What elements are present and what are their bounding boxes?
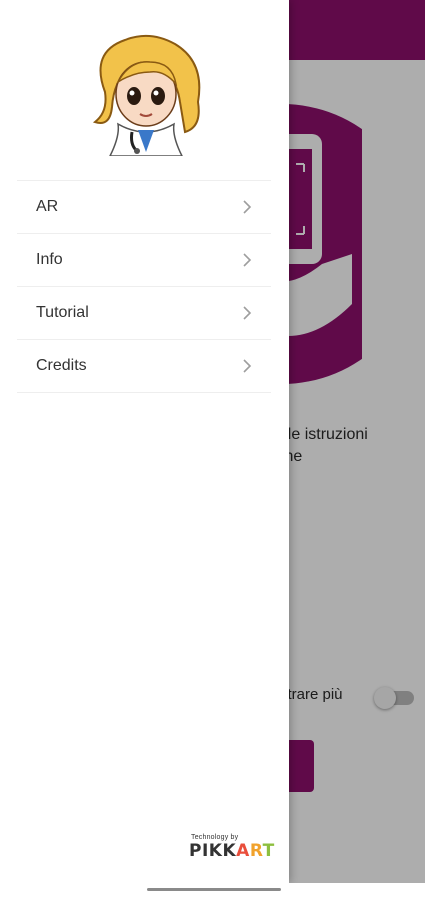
chevron-right-icon — [243, 200, 252, 214]
menu-item-label: Credits — [36, 357, 87, 374]
menu-item-ar[interactable]: AR — [17, 181, 271, 234]
navigation-drawer: AR Info Tutorial Credits Technology by P… — [0, 0, 289, 883]
chevron-right-icon — [243, 253, 252, 267]
menu-item-credits[interactable]: Credits — [17, 340, 271, 393]
menu-item-label: Info — [36, 251, 63, 268]
chevron-right-icon — [243, 359, 252, 373]
powered-by-logo: Technology by PIKKART — [189, 834, 275, 868]
gesture-handle[interactable] — [147, 888, 281, 891]
menu-item-info[interactable]: Info — [17, 234, 271, 287]
pikkart-logo: PIKKART — [189, 841, 275, 861]
drawer-menu: AR Info Tutorial Credits — [17, 180, 271, 393]
doctor-mascot-avatar — [92, 34, 201, 156]
menu-item-tutorial[interactable]: Tutorial — [17, 287, 271, 340]
system-navigation-bar — [0, 883, 425, 900]
menu-item-label: Tutorial — [36, 304, 89, 321]
menu-item-label: AR — [36, 198, 59, 215]
powered-by-text: Technology by — [191, 834, 239, 841]
chevron-right-icon — [243, 306, 252, 320]
